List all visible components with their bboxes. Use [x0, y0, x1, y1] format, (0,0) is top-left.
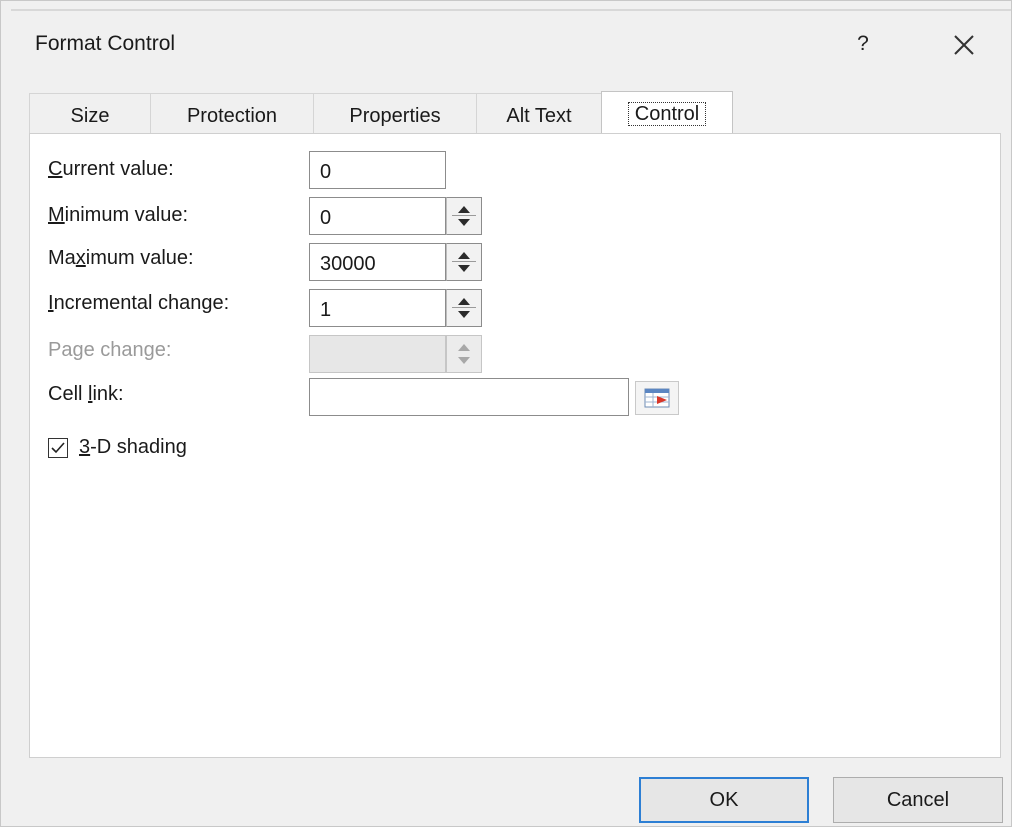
spin-divider — [452, 307, 476, 308]
label-text: ink: — [92, 383, 124, 405]
tab-control[interactable]: Control — [601, 91, 733, 133]
window-top-edge — [11, 9, 1011, 11]
access-key: C — [48, 158, 63, 180]
tab-size[interactable]: Size — [29, 93, 151, 133]
tab-alt-text[interactable]: Alt Text — [476, 93, 602, 133]
page-change-label: Page change: — [48, 339, 172, 361]
tab-label: Properties — [349, 105, 441, 127]
spin-divider — [452, 261, 476, 262]
help-button[interactable]: ? — [846, 27, 880, 61]
label-text: ncremental change: — [53, 292, 230, 314]
current-value-label: Current value: — [48, 158, 174, 181]
ok-button[interactable]: OK — [639, 777, 809, 823]
minimum-value-input[interactable]: 0 — [309, 197, 446, 235]
label-text: Cell — [48, 383, 89, 405]
3d-shading-label[interactable]: 3-D shading — [79, 436, 187, 459]
minimum-value-label: Minimum value: — [48, 204, 188, 227]
dialog-title: Format Control — [35, 32, 176, 55]
maximum-value-spinner[interactable] — [446, 243, 482, 281]
range-picker-button[interactable] — [635, 381, 679, 415]
current-value-input[interactable]: 0 — [309, 151, 446, 189]
spin-down-icon[interactable] — [458, 219, 470, 226]
spin-up-icon[interactable] — [458, 206, 470, 213]
spin-up-icon[interactable] — [458, 252, 470, 259]
tab-label: Alt Text — [506, 105, 572, 127]
tab-properties[interactable]: Properties — [313, 93, 477, 133]
access-key: x — [75, 247, 86, 269]
spin-down-icon[interactable] — [458, 265, 470, 272]
spin-up-icon[interactable] — [458, 298, 470, 305]
label-text: imum value: — [85, 247, 194, 269]
maximum-value-label: Maximum value: — [48, 247, 194, 270]
access-key: M — [48, 204, 65, 226]
format-control-dialog: Format Control ? Size Protection Propert… — [0, 0, 1012, 827]
minimum-value-spinner[interactable] — [446, 197, 482, 235]
access-key: 3 — [79, 436, 91, 458]
spin-down-icon[interactable] — [458, 311, 470, 318]
label-text: Ma — [48, 247, 76, 269]
incremental-change-input[interactable]: 1 — [309, 289, 446, 327]
label-text: -D shading — [90, 436, 187, 458]
checkmark-icon — [51, 442, 65, 454]
cell-link-input[interactable] — [309, 378, 629, 416]
close-button[interactable] — [944, 25, 984, 65]
page-change-input — [309, 335, 446, 373]
spin-down-icon — [458, 357, 470, 364]
tab-label: Size — [70, 105, 110, 127]
tab-protection[interactable]: Protection — [150, 93, 314, 133]
3d-shading-checkbox[interactable] — [48, 438, 68, 458]
incremental-change-spinner[interactable] — [446, 289, 482, 327]
label-text: inimum value: — [64, 204, 189, 226]
cell-link-label: Cell link: — [48, 383, 124, 406]
incremental-change-label: Incremental change: — [48, 292, 229, 315]
close-icon — [954, 35, 974, 55]
spin-divider — [452, 215, 476, 216]
page-change-spinner — [446, 335, 482, 373]
tab-label: Protection — [186, 105, 278, 127]
spin-up-icon — [458, 344, 470, 351]
cancel-button[interactable]: Cancel — [833, 777, 1003, 823]
collapse-dialog-icon — [644, 388, 670, 408]
tab-label: Control — [627, 102, 707, 126]
maximum-value-input[interactable]: 30000 — [309, 243, 446, 281]
label-text: urrent value: — [62, 158, 174, 180]
